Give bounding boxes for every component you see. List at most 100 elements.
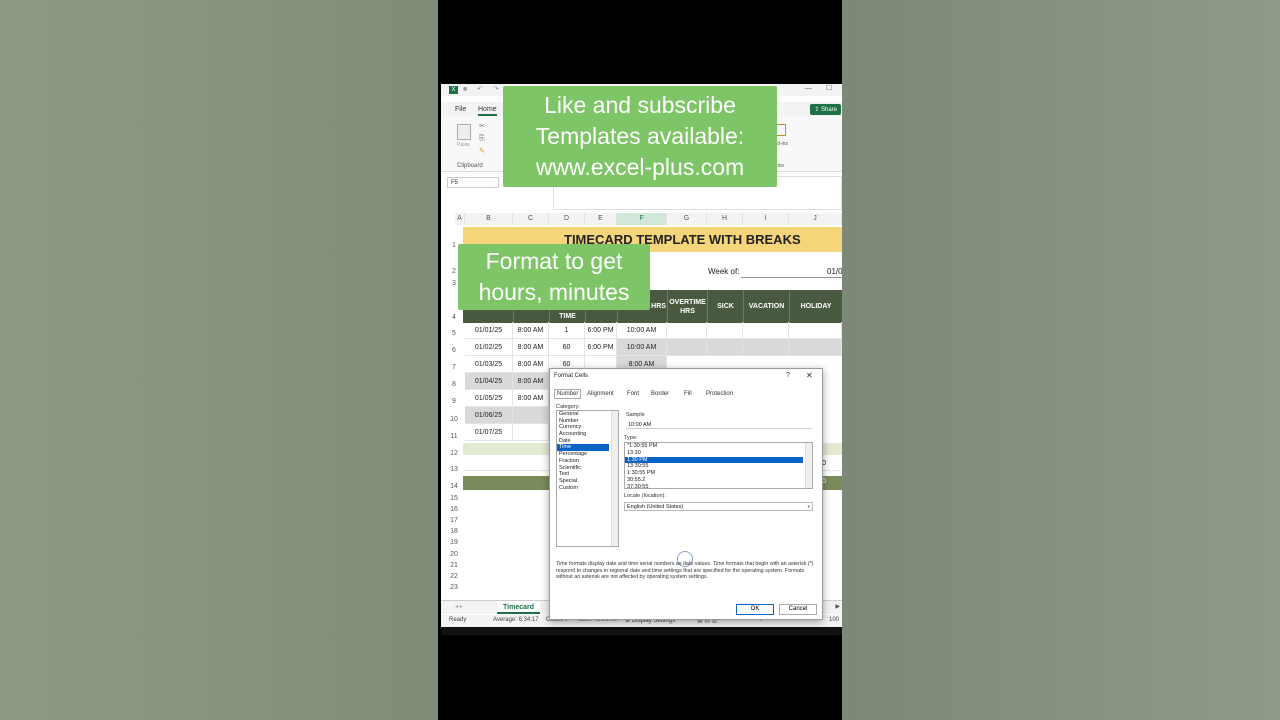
cell-start[interactable]: 8:00 AM: [513, 373, 549, 390]
cell-date[interactable]: 01/01/25: [465, 322, 513, 339]
cell-start[interactable]: 8:00 AM: [513, 390, 549, 407]
addins-icon[interactable]: [776, 124, 786, 136]
tab-scroll-arrows[interactable]: ◂ ▸: [455, 603, 463, 610]
row-header[interactable]: 4: [445, 314, 463, 321]
category-item[interactable]: Text: [557, 471, 618, 478]
menu-home[interactable]: Home: [478, 106, 497, 116]
header-overtime-hrs[interactable]: OVERTIME HRS: [667, 290, 707, 323]
category-item[interactable]: Custom: [557, 485, 618, 492]
window-controls[interactable]: — ☐: [805, 84, 838, 92]
cell-empty[interactable]: [707, 322, 743, 339]
name-box[interactable]: F5: [447, 177, 499, 188]
type-item[interactable]: 13:30:55: [625, 463, 812, 470]
cut-icon[interactable]: ✂: [479, 122, 485, 130]
category-item[interactable]: Scientific: [557, 465, 618, 472]
type-item[interactable]: 37:30:55: [625, 484, 812, 491]
locale-select[interactable]: English (United States) ▾: [624, 502, 813, 511]
tab-number[interactable]: Number: [554, 389, 582, 399]
col-header[interactable]: J: [789, 213, 842, 225]
category-item[interactable]: Fraction: [557, 458, 618, 465]
cell-end[interactable]: 6:00 PM: [585, 322, 617, 339]
type-item-selected[interactable]: 1:30 PM: [625, 456, 803, 464]
row-header[interactable]: 6: [445, 347, 463, 354]
type-item[interactable]: *1:30:55 PM: [625, 443, 812, 450]
cell-start[interactable]: 8:00 AM: [513, 339, 549, 356]
row-header[interactable]: 15: [445, 495, 463, 502]
category-item[interactable]: Special: [557, 478, 618, 485]
chevron-down-icon[interactable]: ▾: [807, 503, 810, 511]
type-item[interactable]: 30:55.2: [625, 477, 812, 484]
cell-empty[interactable]: [667, 339, 707, 356]
category-item-selected[interactable]: Time: [557, 444, 609, 452]
cell-empty[interactable]: [789, 322, 842, 339]
row-header[interactable]: 8: [445, 381, 463, 388]
close-icon[interactable]: ✕: [806, 371, 813, 380]
col-header-selected[interactable]: F: [617, 213, 667, 225]
category-item[interactable]: Currency: [557, 424, 618, 431]
category-item[interactable]: Date: [557, 438, 618, 445]
cell-empty[interactable]: [789, 339, 842, 356]
category-item[interactable]: General: [557, 411, 618, 418]
scroll-right-icon[interactable]: ▶: [835, 603, 840, 610]
week-of-value[interactable]: 01/0: [827, 267, 842, 276]
row-header[interactable]: 14: [445, 483, 463, 490]
row-header[interactable]: 13: [445, 466, 463, 473]
type-list[interactable]: *1:30:55 PM 13:30 1:30 PM 13:30:55 1:30:…: [624, 442, 813, 491]
cell-empty[interactable]: [707, 339, 743, 356]
cell-empty[interactable]: [667, 322, 707, 339]
help-icon[interactable]: ?: [786, 372, 790, 379]
category-scrollbar[interactable]: [611, 411, 618, 546]
category-list[interactable]: General Number Currency Accounting Date …: [556, 410, 619, 547]
row-header[interactable]: 17: [445, 517, 463, 524]
cell-break[interactable]: 1: [549, 322, 585, 339]
cell-empty[interactable]: [743, 322, 789, 339]
tab-border[interactable]: Border: [651, 391, 669, 397]
row-header[interactable]: 11: [445, 433, 463, 440]
sheet-tab-timecard[interactable]: Timecard: [497, 601, 540, 614]
cell-break[interactable]: 60: [549, 339, 585, 356]
format-painter-icon[interactable]: ✎: [479, 147, 485, 155]
col-header[interactable]: D: [549, 213, 585, 225]
share-button[interactable]: ⇪ Share: [810, 104, 841, 115]
status-average[interactable]: Average: 6:34:17: [493, 617, 539, 623]
header-holiday[interactable]: HOLIDAY: [789, 290, 842, 323]
zoom-level[interactable]: 100: [829, 617, 839, 623]
row-header[interactable]: 21: [445, 562, 463, 569]
cell-start[interactable]: [513, 407, 549, 424]
header-vacation[interactable]: VACATION: [743, 290, 789, 323]
row-header[interactable]: 20: [445, 551, 463, 558]
header-sick[interactable]: SICK: [707, 290, 743, 323]
tab-font[interactable]: Font: [627, 391, 639, 397]
category-item[interactable]: Percentage: [557, 451, 618, 458]
row-header[interactable]: 5: [445, 330, 463, 337]
cell-date[interactable]: 01/04/25: [465, 373, 513, 390]
row-header[interactable]: 10: [445, 416, 463, 423]
col-header[interactable]: E: [585, 213, 617, 225]
tab-alignment[interactable]: Alignment: [587, 391, 614, 397]
cell-start[interactable]: 8:00 AM: [513, 322, 549, 339]
row-header[interactable]: 22: [445, 573, 463, 580]
cell-start[interactable]: 8:00 AM: [513, 356, 549, 373]
quick-access-icons[interactable]: ■ ↶ ↷: [463, 85, 503, 93]
row-header[interactable]: 19: [445, 539, 463, 546]
cell-regular[interactable]: 10:00 AM: [617, 339, 667, 356]
col-header[interactable]: I: [743, 213, 789, 225]
copy-icon[interactable]: ⎘: [479, 135, 485, 143]
col-header[interactable]: C: [513, 213, 549, 225]
cell-date[interactable]: 01/03/25: [465, 356, 513, 373]
type-item[interactable]: 1:30:55 PM: [625, 470, 812, 477]
ok-button[interactable]: OK: [736, 604, 774, 615]
cell-date[interactable]: 01/02/25: [465, 339, 513, 356]
type-item[interactable]: 13:30: [625, 450, 812, 457]
row-header[interactable]: 9: [445, 398, 463, 405]
cell-empty[interactable]: [743, 339, 789, 356]
row-header[interactable]: 12: [445, 450, 463, 457]
cancel-button[interactable]: Cancel: [779, 604, 817, 615]
cell-end[interactable]: 6:00 PM: [585, 339, 617, 356]
cell-date[interactable]: 01/05/25: [465, 390, 513, 407]
tab-protection[interactable]: Protection: [706, 391, 733, 397]
week-of-label[interactable]: Week of:: [708, 267, 739, 276]
col-header[interactable]: H: [707, 213, 743, 225]
cell-date[interactable]: 01/07/25: [465, 424, 513, 441]
category-item[interactable]: Number: [557, 418, 618, 425]
